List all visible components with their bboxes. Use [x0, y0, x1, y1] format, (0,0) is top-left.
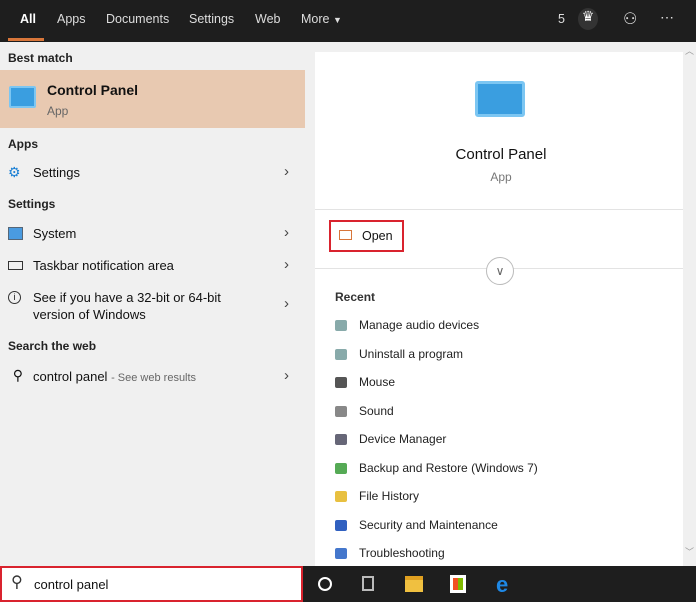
recent-item[interactable]: Mouse	[335, 375, 395, 389]
control-panel-icon	[9, 86, 36, 108]
caret-down-icon: ▼	[332, 15, 342, 25]
recent-label: Troubleshooting	[359, 546, 445, 560]
chevron-right-icon: ›	[284, 295, 289, 312]
recent-item[interactable]: Troubleshooting	[335, 546, 445, 560]
open-button[interactable]: Open	[329, 220, 404, 252]
scroll-down-icon[interactable]: ﹀	[683, 545, 696, 558]
search-input[interactable]: control panel	[34, 577, 108, 592]
search-icon: ⚲	[12, 367, 23, 383]
open-label: Open	[362, 229, 393, 243]
result-web-search[interactable]: ⚲ control panel - See web results ›	[0, 362, 305, 392]
recent-label: File History	[359, 489, 420, 503]
tab-settings[interactable]: Settings	[189, 12, 234, 26]
chevron-right-icon: ›	[284, 256, 289, 273]
tab-more[interactable]: More ▼	[301, 12, 342, 26]
programs-icon	[335, 349, 347, 361]
web-result-text: control panel - See web results	[33, 369, 196, 384]
scrollbar[interactable]: ︿ ﹀	[683, 42, 696, 566]
preview-sub: App	[490, 170, 512, 184]
gear-icon: ⚙	[8, 164, 21, 180]
scroll-up-icon[interactable]: ︿	[683, 44, 696, 57]
rewards-trophy-icon[interactable]: ♛	[578, 8, 598, 30]
recent-item[interactable]: Backup and Restore (Windows 7)	[335, 461, 538, 475]
recent-item[interactable]: Sound	[335, 404, 394, 418]
store-icon[interactable]	[450, 575, 466, 593]
result-taskbar-notification-area[interactable]: Taskbar notification area ›	[0, 251, 305, 281]
web-suffix: - See web results	[111, 372, 197, 384]
recent-label: Uninstall a program	[359, 347, 464, 361]
best-match-sub: App	[47, 104, 69, 118]
search-icon: ⚲	[11, 574, 23, 591]
recent-item[interactable]: Security and Maintenance	[335, 518, 498, 532]
search-web-header: Search the web	[8, 339, 97, 353]
result-settings[interactable]: ⚙ Settings ›	[0, 158, 305, 188]
tab-all[interactable]: All	[20, 12, 36, 26]
result-label: Taskbar notification area	[33, 258, 174, 273]
web-query: control panel	[33, 369, 108, 384]
tab-apps[interactable]: Apps	[57, 12, 86, 26]
search-box[interactable]: ⚲ control panel	[0, 566, 303, 602]
task-view-icon[interactable]	[362, 576, 374, 591]
apps-header: Apps	[8, 137, 38, 151]
open-icon	[339, 230, 352, 240]
result-32-64-bit[interactable]: i See if you have a 32-bit or 64-bit ver…	[0, 283, 305, 327]
file-history-icon	[335, 491, 347, 503]
sound-icon	[335, 406, 347, 418]
recent-label: Mouse	[359, 375, 396, 389]
backup-icon	[335, 463, 347, 475]
result-system[interactable]: System ›	[0, 219, 305, 249]
feedback-icon[interactable]: ⚇	[623, 9, 637, 29]
result-label-line2: version of Windows	[33, 307, 146, 322]
recent-item[interactable]: Manage audio devices	[335, 318, 479, 332]
preview-title: Control Panel	[455, 146, 547, 163]
expand-chevron-icon[interactable]: ∨	[486, 257, 514, 285]
recent-label: Manage audio devices	[359, 318, 480, 332]
best-match-title: Control Panel	[47, 82, 139, 98]
preview-pane: Control Panel App Open ∨ Recent Manage a…	[315, 52, 683, 566]
recent-header: Recent	[335, 290, 376, 304]
edge-icon[interactable]: e	[496, 572, 508, 598]
audio-icon	[335, 320, 347, 332]
chevron-right-icon: ›	[284, 367, 289, 384]
flag-icon	[335, 520, 347, 532]
tab-documents[interactable]: Documents	[106, 12, 169, 26]
cortana-icon[interactable]	[318, 577, 332, 591]
tab-more-label: More	[301, 12, 330, 26]
chevron-right-icon: ›	[284, 224, 289, 241]
recent-item[interactable]: Uninstall a program	[335, 347, 463, 361]
settings-header: Settings	[8, 197, 56, 211]
best-match-header: Best match	[8, 51, 73, 65]
recent-label: Security and Maintenance	[359, 518, 498, 532]
recent-item[interactable]: Device Manager	[335, 432, 446, 446]
recent-item[interactable]: File History	[335, 489, 419, 503]
file-explorer-icon[interactable]	[405, 576, 423, 592]
recent-label: Backup and Restore (Windows 7)	[359, 461, 538, 475]
recent-label: Device Manager	[359, 432, 447, 446]
troubleshooting-icon	[335, 548, 347, 560]
rewards-count: 5	[558, 12, 565, 26]
taskbar-icon	[8, 261, 23, 270]
monitor-icon	[8, 227, 23, 240]
best-match-control-panel[interactable]: Control Panel App	[0, 70, 305, 128]
chevron-right-icon: ›	[284, 163, 289, 180]
search-filter-bar: All Apps Documents Settings Web More ▼ 5…	[0, 0, 696, 42]
device-manager-icon	[335, 434, 347, 446]
more-options-icon[interactable]: ⋯	[660, 9, 674, 26]
control-panel-large-icon	[475, 81, 525, 117]
tab-web[interactable]: Web	[255, 12, 280, 26]
mouse-icon	[335, 377, 347, 389]
result-label: System	[33, 226, 77, 241]
info-icon: i	[8, 291, 21, 304]
divider	[315, 209, 683, 210]
active-tab-indicator	[8, 38, 44, 41]
result-label: See if you have a 32-bit or 64-bit	[33, 290, 221, 305]
result-label: Settings	[33, 165, 80, 180]
recent-label: Sound	[359, 404, 394, 418]
